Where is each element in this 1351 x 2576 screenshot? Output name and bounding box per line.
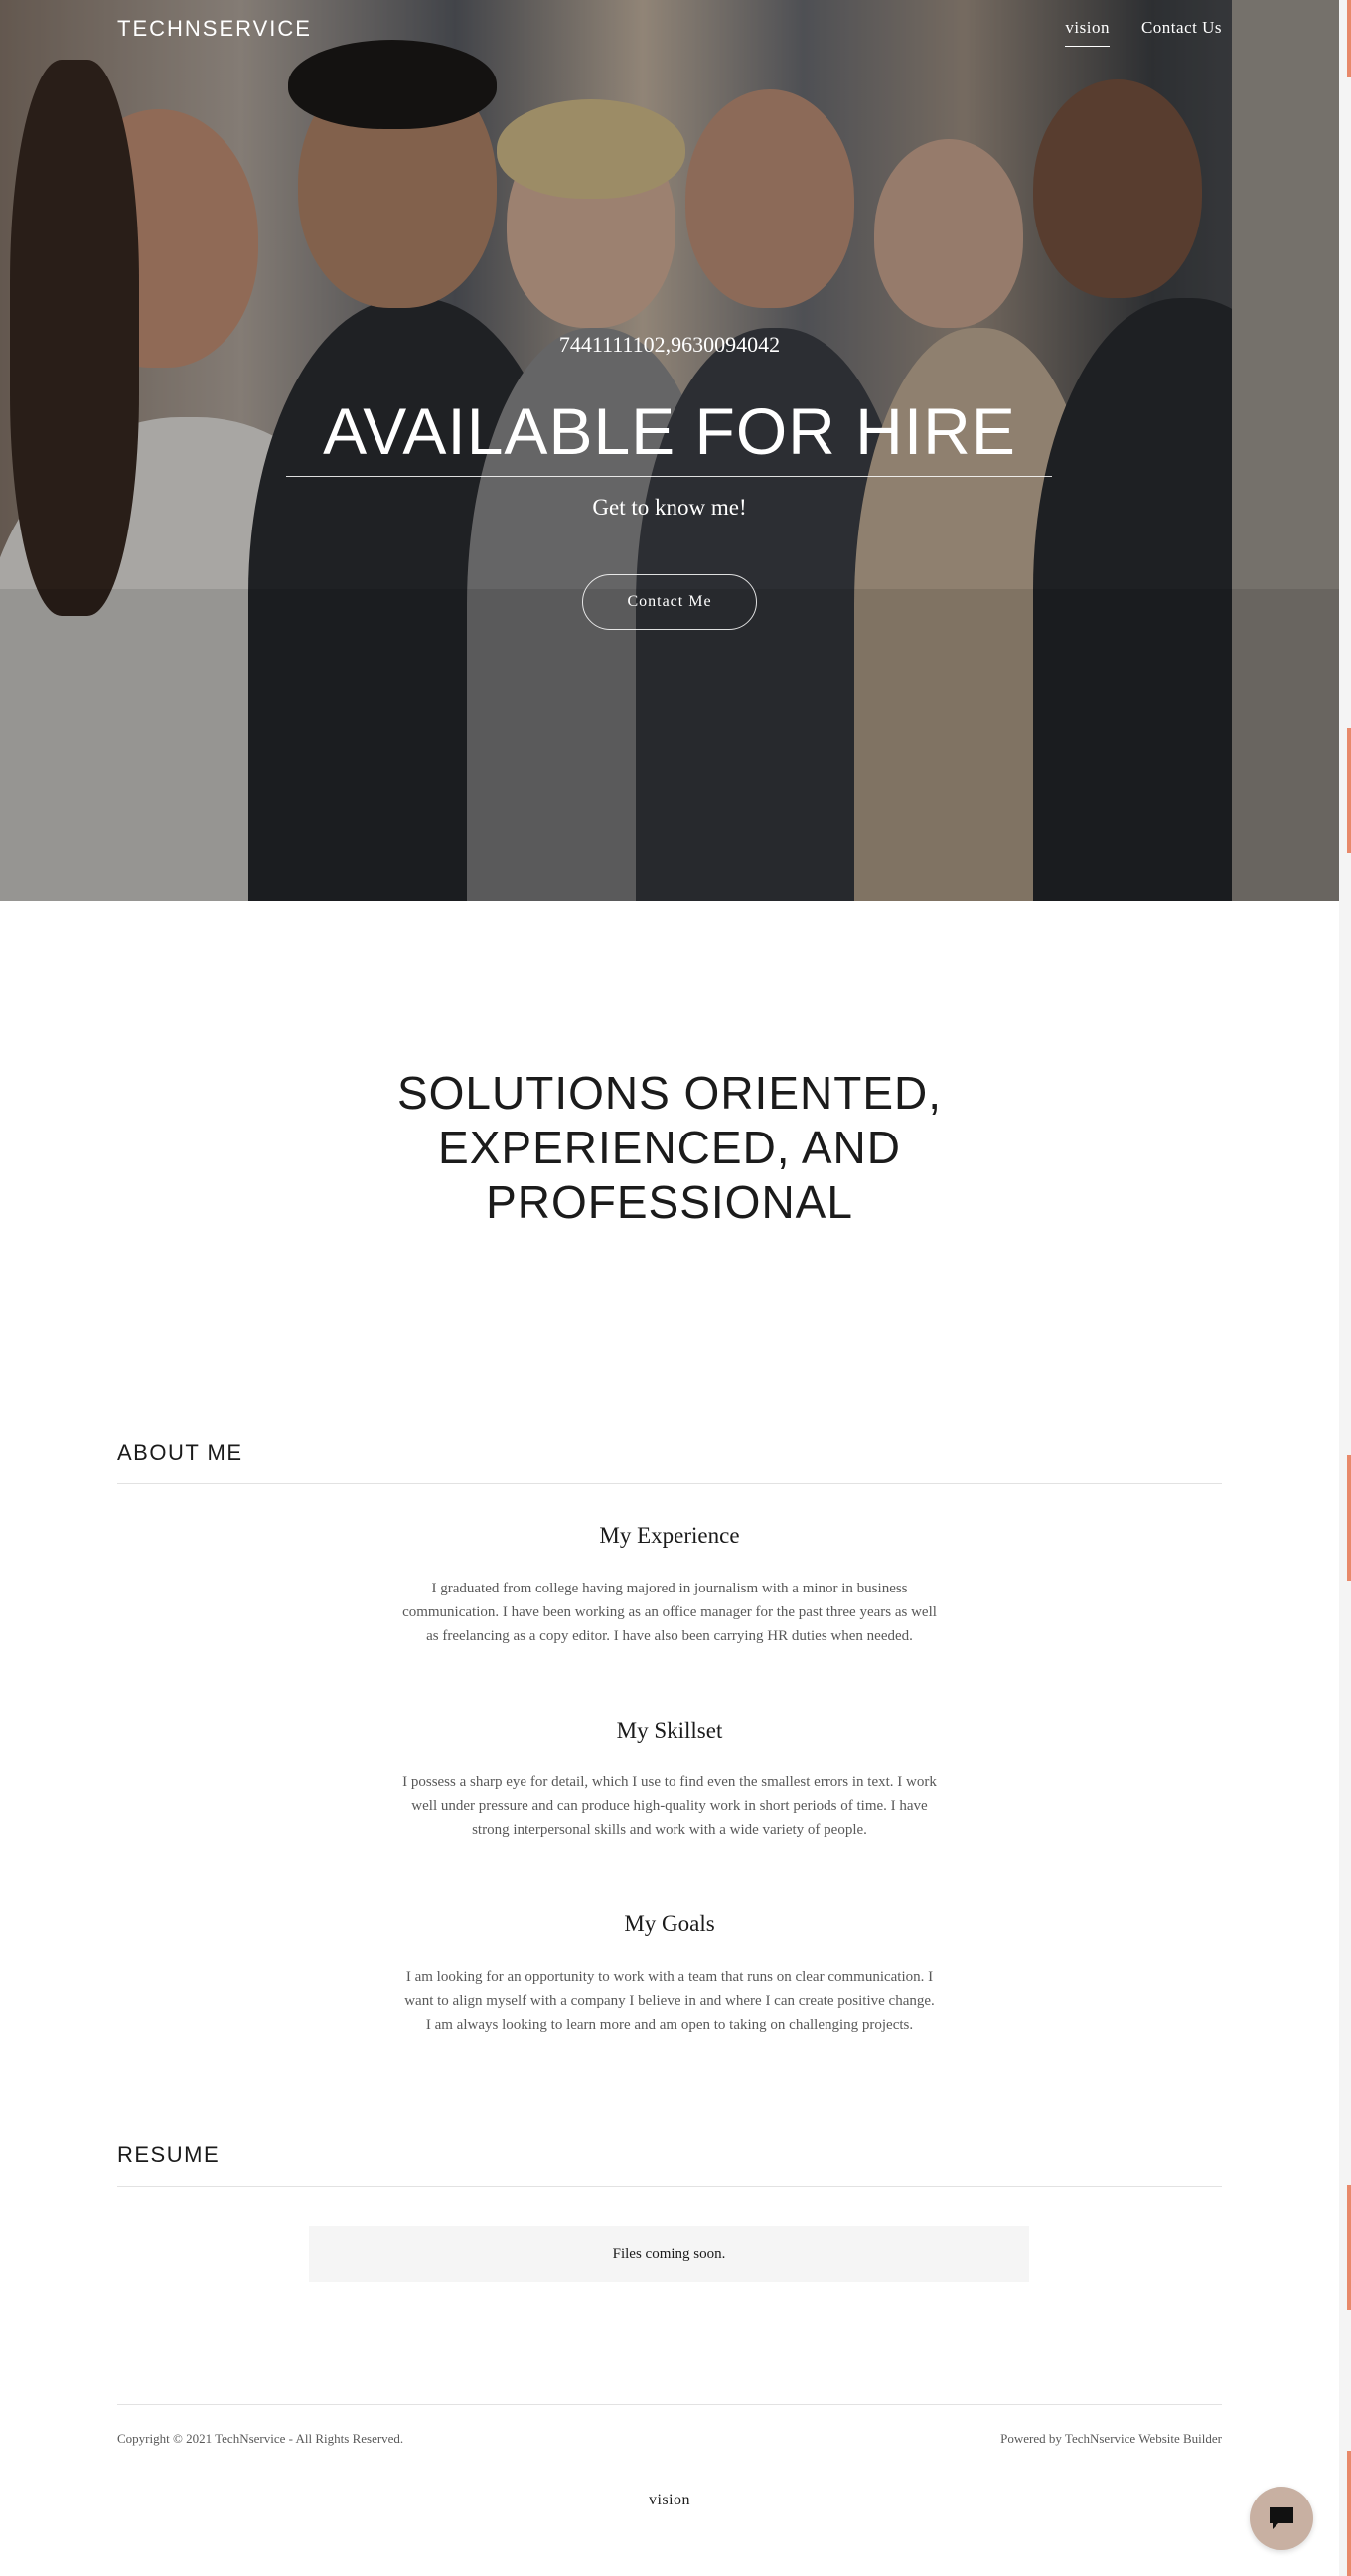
hero-section: TECHNSERVICE vision Contact Us 744111110… <box>0 0 1339 901</box>
hero-phone: 7441111102,9630094042 <box>558 332 781 357</box>
footer-link-vision[interactable]: vision <box>0 2492 1339 2509</box>
scroll-marker <box>1347 2451 1351 2576</box>
scroll-marker <box>1347 2185 1351 2310</box>
contact-me-button[interactable]: Contact Me <box>582 574 757 630</box>
tagline-line-3: PROFESSIONAL <box>486 1176 853 1228</box>
skillset-heading: My Skillset <box>616 1718 723 1743</box>
scroll-marker <box>1347 0 1351 77</box>
tagline-line-2: EXPERIENCED, AND <box>438 1122 901 1173</box>
footer-powered-by[interactable]: Powered by TechNservice Website Builder <box>1000 2431 1222 2447</box>
goals-text: I am looking for an opportunity to work … <box>404 1969 935 2033</box>
resume-title: RESUME <box>117 2142 221 2167</box>
main-nav: vision Contact Us <box>1065 18 1222 47</box>
footer-copyright: Copyright © 2021 TechNservice - All Righ… <box>117 2431 404 2446</box>
chat-button[interactable] <box>1250 2487 1313 2550</box>
tagline: SOLUTIONS ORIENTED, EXPERIENCED, AND PRO… <box>0 1066 1339 1230</box>
hero-divider <box>286 476 1052 477</box>
experience-text: I graduated from college having majored … <box>402 1581 937 1644</box>
scroll-marker <box>1347 728 1351 853</box>
nav-item-contact-us[interactable]: Contact Us <box>1141 18 1222 47</box>
scroll-marker <box>1347 1455 1351 1581</box>
skillset-text: I possess a sharp eye for detail, which … <box>402 1774 937 1838</box>
tagline-line-1: SOLUTIONS ORIENTED, <box>396 1067 943 1119</box>
chat-bubble-icon <box>1270 2507 1293 2529</box>
page: TECHNSERVICE vision Contact Us 744111110… <box>0 0 1339 2576</box>
resume-files-placeholder: Files coming soon. <box>309 2226 1029 2282</box>
hero-subtitle: Get to know me! <box>592 495 747 520</box>
experience-heading: My Experience <box>599 1523 740 1548</box>
goals-heading: My Goals <box>624 1911 715 1936</box>
hero-title: AVAILABLE FOR HIRE <box>323 394 1016 468</box>
site-brand[interactable]: TECHNSERVICE <box>117 16 312 42</box>
footer-divider <box>117 2404 1222 2405</box>
about-title: ABOUT ME <box>117 1440 243 1465</box>
hero-overlay-lower <box>0 589 1339 901</box>
nav-item-vision[interactable]: vision <box>1065 18 1110 47</box>
resume-divider <box>117 2186 1222 2187</box>
about-divider <box>117 1483 1222 1484</box>
